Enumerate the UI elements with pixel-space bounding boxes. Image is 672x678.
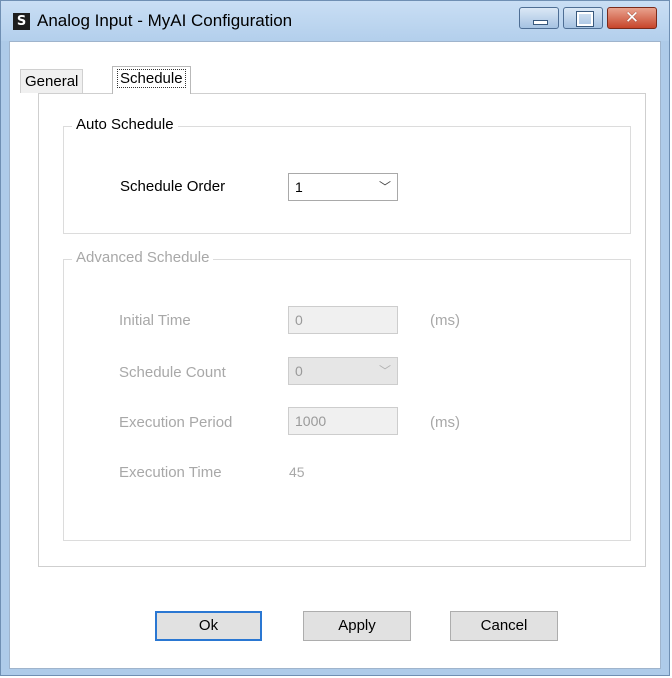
advanced-schedule-legend: Advanced Schedule bbox=[72, 249, 214, 266]
ok-button[interactable]: Ok bbox=[155, 611, 262, 641]
advanced-schedule-group: Advanced Schedule Initial Time 0 (ms) Sc… bbox=[63, 249, 631, 541]
schedule-order-dropdown[interactable]: 1 ﹀ bbox=[288, 173, 398, 201]
initial-time-input[interactable]: 0 bbox=[288, 306, 398, 334]
chevron-down-icon: ﹀ bbox=[378, 364, 391, 378]
schedule-count-label: Schedule Count bbox=[119, 364, 226, 381]
chevron-down-icon: ﹀ bbox=[378, 180, 391, 194]
tab-general[interactable]: General bbox=[20, 69, 84, 93]
execution-period-input[interactable]: 1000 bbox=[288, 407, 398, 435]
window-title: Analog Input - MyAI Configuration bbox=[37, 11, 293, 30]
tab-schedule[interactable]: Schedule bbox=[112, 66, 191, 94]
minimize-icon bbox=[533, 20, 548, 25]
minimize-button[interactable] bbox=[519, 7, 559, 29]
schedule-count-dropdown[interactable]: 0 ﹀ bbox=[288, 357, 398, 385]
auto-schedule-legend: Auto Schedule bbox=[72, 116, 178, 133]
schedule-tab-panel: Auto Schedule Schedule Order 1 ﹀ Advance… bbox=[38, 93, 646, 567]
auto-schedule-group: Auto Schedule Schedule Order 1 ﹀ bbox=[63, 116, 631, 234]
app-icon: S bbox=[13, 13, 30, 30]
close-icon: ✕ bbox=[624, 8, 640, 28]
schedule-count-value: 0 bbox=[295, 363, 303, 379]
tab-schedule-label: Schedule bbox=[117, 69, 186, 88]
maximize-icon bbox=[576, 11, 594, 27]
apply-button[interactable]: Apply bbox=[303, 611, 411, 641]
execution-period-label: Execution Period bbox=[119, 414, 233, 431]
execution-time-label: Execution Time bbox=[119, 464, 222, 481]
schedule-order-label: Schedule Order bbox=[120, 178, 226, 195]
initial-time-label: Initial Time bbox=[119, 312, 191, 329]
close-button[interactable]: ✕ bbox=[607, 7, 657, 29]
initial-time-unit: (ms) bbox=[430, 312, 460, 329]
maximize-button[interactable] bbox=[563, 7, 603, 29]
execution-period-unit: (ms) bbox=[430, 414, 460, 431]
config-window: S Analog Input - MyAI Configuration ✕ Ge… bbox=[0, 0, 670, 676]
dialog-client-area: General Schedule Auto Schedule Schedule … bbox=[9, 41, 661, 669]
cancel-button[interactable]: Cancel bbox=[450, 611, 558, 641]
execution-time-value: 45 bbox=[289, 464, 305, 480]
title-bar[interactable]: S Analog Input - MyAI Configuration ✕ bbox=[1, 1, 669, 41]
schedule-order-value: 1 bbox=[295, 179, 303, 195]
